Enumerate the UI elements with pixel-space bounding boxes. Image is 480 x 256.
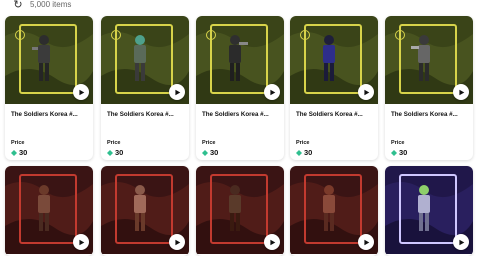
- soldier-figure: [323, 35, 335, 81]
- price-label: Price: [11, 140, 25, 146]
- nft-artwork: [385, 16, 473, 104]
- price-amount: 30: [304, 148, 313, 157]
- nft-card[interactable]: [385, 166, 473, 256]
- price-value: 30: [391, 148, 407, 157]
- toolbar: ↻ 5,000 items: [0, 0, 480, 11]
- play-icon: [363, 89, 369, 95]
- price-value: 30: [107, 148, 123, 157]
- nft-card[interactable]: The Soldiers Korea #... Price 30: [101, 16, 189, 160]
- play-icon: [174, 89, 180, 95]
- soldier-figure: [134, 185, 146, 231]
- nft-card[interactable]: The Soldiers Korea #... Price 30: [196, 16, 284, 160]
- play-button[interactable]: [73, 234, 89, 250]
- play-button[interactable]: [453, 84, 469, 100]
- play-button[interactable]: [264, 84, 280, 100]
- nft-name: The Soldiers Korea #...: [107, 111, 174, 118]
- play-button[interactable]: [358, 234, 374, 250]
- price-label: Price: [202, 140, 216, 146]
- soldier-figure: [323, 185, 335, 231]
- play-icon: [78, 239, 84, 245]
- soldier-figure: [229, 185, 241, 231]
- play-icon: [78, 89, 84, 95]
- soldier-figure: [32, 35, 50, 81]
- play-icon: [458, 89, 464, 95]
- price-value: 30: [11, 148, 27, 157]
- nft-name: The Soldiers Korea #...: [202, 111, 269, 118]
- nft-artwork: [196, 16, 284, 104]
- nft-artwork: [5, 16, 93, 104]
- nft-card[interactable]: [101, 166, 189, 256]
- play-button[interactable]: [169, 84, 185, 100]
- play-icon: [458, 239, 464, 245]
- nft-name: The Soldiers Korea #...: [11, 111, 78, 118]
- price-label: Price: [107, 140, 121, 146]
- soldier-figure: [418, 185, 430, 231]
- play-button[interactable]: [358, 84, 374, 100]
- play-icon: [174, 239, 180, 245]
- nft-card[interactable]: [290, 166, 378, 256]
- nft-name: The Soldiers Korea #...: [296, 111, 363, 118]
- nft-name: The Soldiers Korea #...: [391, 111, 458, 118]
- price-value: 30: [202, 148, 218, 157]
- play-icon: [269, 239, 275, 245]
- price-value: 30: [296, 148, 312, 157]
- diamond-icon: [296, 149, 302, 156]
- items-count: 5,000 items: [30, 0, 72, 9]
- nft-card[interactable]: [196, 166, 284, 256]
- frame-notch: [111, 30, 121, 40]
- price-amount: 30: [210, 148, 219, 157]
- price-amount: 30: [115, 148, 124, 157]
- diamond-icon: [391, 149, 397, 156]
- soldier-figure: [134, 35, 146, 81]
- nft-card[interactable]: The Soldiers Korea #... Price 30: [5, 16, 93, 160]
- frame-notch: [206, 30, 216, 40]
- soldier-figure: [38, 185, 50, 231]
- play-button[interactable]: [73, 84, 89, 100]
- price-amount: 30: [19, 148, 28, 157]
- diamond-icon: [202, 149, 208, 156]
- soldier-figure: [411, 35, 430, 81]
- price-label: Price: [391, 140, 405, 146]
- nft-card[interactable]: The Soldiers Korea #... Price 30: [290, 16, 378, 160]
- play-button[interactable]: [453, 234, 469, 250]
- nft-card[interactable]: [5, 166, 93, 256]
- diamond-icon: [107, 149, 113, 156]
- nft-card[interactable]: The Soldiers Korea #... Price 30: [385, 16, 473, 160]
- diamond-icon: [11, 149, 17, 156]
- frame-notch: [300, 30, 310, 40]
- soldier-figure: [229, 35, 248, 81]
- nft-artwork: [101, 16, 189, 104]
- play-button[interactable]: [169, 234, 185, 250]
- play-icon: [363, 239, 369, 245]
- price-label: Price: [296, 140, 310, 146]
- play-button[interactable]: [264, 234, 280, 250]
- price-amount: 30: [399, 148, 408, 157]
- frame-notch: [395, 30, 405, 40]
- play-icon: [269, 89, 275, 95]
- refresh-icon[interactable]: ↻: [12, 0, 24, 11]
- nft-artwork: [290, 16, 378, 104]
- frame-notch: [15, 30, 25, 40]
